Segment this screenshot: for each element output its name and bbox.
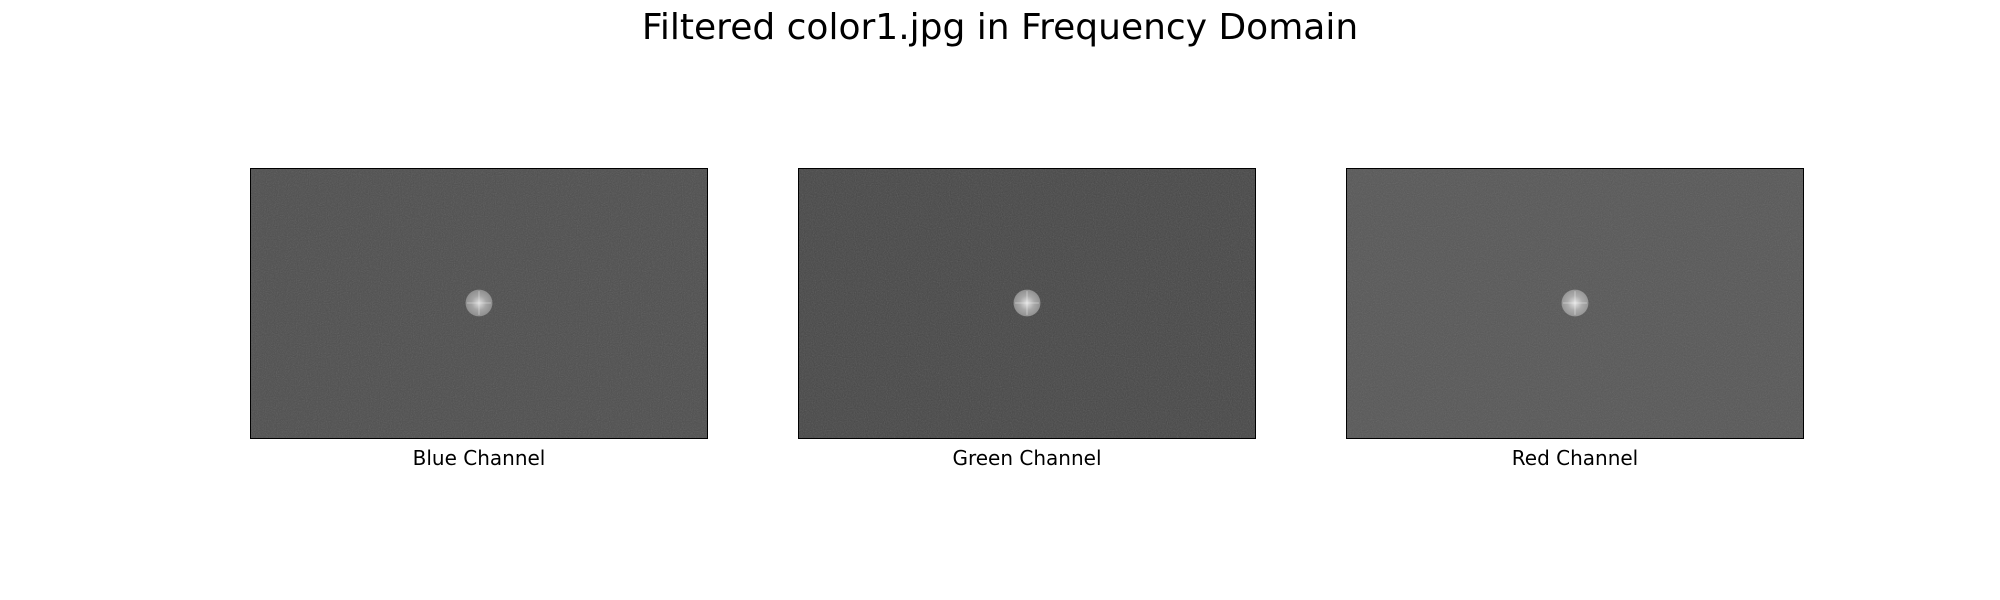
blue-channel-spectrum-image [250, 168, 708, 439]
green-channel-spectrum-image [798, 168, 1256, 439]
green-channel-caption: Green Channel [952, 446, 1102, 470]
red-channel-spectrum-image [1346, 168, 1804, 439]
blue-channel-caption: Blue Channel [412, 446, 546, 470]
red-channel-caption: Red Channel [1511, 446, 1639, 470]
figure-title: Filtered color1.jpg in Frequency Domain [641, 7, 1359, 48]
